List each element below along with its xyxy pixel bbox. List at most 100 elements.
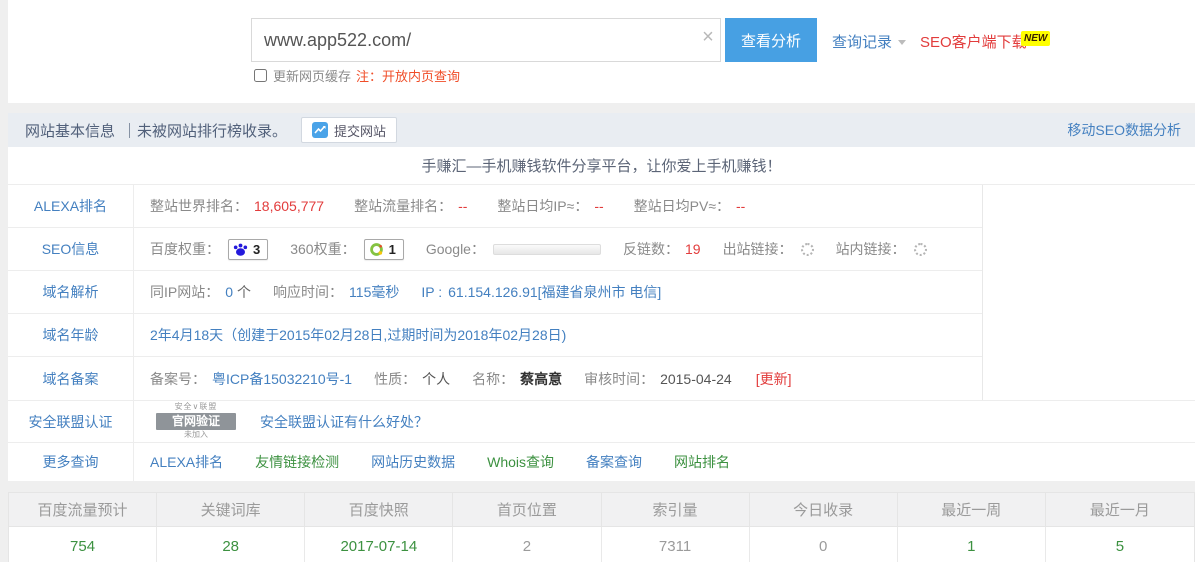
icp-update-link[interactable]: [更新]: [756, 369, 792, 389]
row-domain-age: 域名年龄 2年4月18天（创建于2015年02月28日,过期时间为2018年02…: [8, 314, 982, 357]
backlinks-value: 19: [685, 241, 701, 257]
daily-ip-value: --: [594, 198, 603, 214]
trend-chart-icon: [312, 122, 328, 138]
response-time-value: 115毫秒: [349, 282, 399, 302]
row-security: 安全联盟认证 安全∨联盟 官网验证 未加入 安全联盟认证有什么好处？: [8, 401, 1195, 443]
chevron-down-icon: [898, 40, 906, 45]
col-header-traffic: 百度流量预计: [9, 493, 157, 527]
emblem-ribbon-text: 官网验证: [156, 413, 236, 430]
emblem-bottom-text: 未加入: [150, 431, 242, 440]
same-ip-unit: 个: [237, 282, 251, 302]
col-header-month: 最近一月: [1046, 493, 1194, 527]
seo-client-download-link[interactable]: SEO客户端下载: [920, 31, 1027, 52]
query-history-link[interactable]: 查询记录: [832, 31, 906, 52]
page: × 查看分析 查询记录 SEO客户端下载 NEW 更新网页缓存 注：开放内页查询…: [0, 0, 1195, 562]
emblem-top-text: 安全∨联盟: [150, 403, 242, 412]
divider: [8, 481, 1195, 492]
world-rank-label: 整站世界排名：: [150, 198, 248, 214]
loading-spinner-icon: [801, 243, 814, 256]
site-title: 手赚汇—手机赚钱软件分享平台，让你爱上手机赚钱！: [8, 147, 1195, 185]
more-link-icp[interactable]: 备案查询: [586, 452, 642, 472]
loading-spinner-icon: [914, 243, 927, 256]
so360-weight-label: 360权重：: [290, 239, 355, 259]
baidu-weight-badge[interactable]: 3: [228, 239, 268, 260]
more-link-history[interactable]: 网站历史数据: [371, 452, 455, 472]
security-benefit-link[interactable]: 安全联盟认证有什么好处？: [260, 412, 428, 432]
value-snapshot[interactable]: 2017-07-14: [305, 527, 453, 562]
baidu-weight-value: 3: [253, 242, 260, 257]
clear-input-icon[interactable]: ×: [696, 26, 720, 49]
baidu-stats-table: 百度流量预计 关键词库 百度快照 首页位置 索引量 今日收录 最近一周 最近一月…: [8, 492, 1195, 562]
icp-audit-value: 2015-04-24: [660, 371, 732, 387]
baidu-weight-label: 百度权重：: [150, 239, 220, 259]
value-homepos: 2: [453, 527, 601, 562]
traffic-rank-value: --: [458, 198, 467, 214]
row-dns: 域名解析 同IP网站： 0个 响应时间： 115毫秒 IP : 61.154.126.…: [8, 271, 982, 314]
value-keywords[interactable]: 28: [157, 527, 305, 562]
row-alexa-label: ALEXA排名: [8, 185, 134, 227]
icp-name-value: 蔡高意: [520, 369, 562, 389]
col-header-indexed: 索引量: [602, 493, 750, 527]
site-info-panel: 网站基本信息 ｜未被网站排行榜收录。 提交网站 移动SEO数据分析 手赚汇—手机…: [8, 113, 1195, 481]
icp-nature-value: 个人: [422, 369, 450, 389]
more-link-friendly[interactable]: 友情链接检测: [255, 452, 339, 472]
col-header-keywords: 关键词库: [157, 493, 305, 527]
row-seo: SEO信息 百度权重： 3 360权重：: [8, 228, 982, 271]
icp-audit-label: 审核时间：: [584, 369, 654, 389]
icp-name-label: 名称：: [472, 369, 514, 389]
panel-title: 网站基本信息: [25, 120, 115, 141]
row-alexa: ALEXA排名 整站世界排名： 18,605,777 整站流量排名： -- 整站日均…: [8, 185, 982, 228]
info-rows: ALEXA排名 整站世界排名： 18,605,777 整站流量排名： -- 整站日均…: [8, 185, 1195, 401]
mobile-seo-link[interactable]: 移动SEO数据分析: [1067, 120, 1181, 140]
more-link-alexa[interactable]: ALEXA排名: [150, 452, 223, 472]
row-more-label: 更多查询: [8, 443, 134, 481]
inlinks-label: 站内链接：: [836, 239, 906, 259]
value-indexed: 7311: [602, 527, 750, 562]
row-more-queries: 更多查询 ALEXA排名 友情链接检测 网站历史数据 Whois查询 备案查询 …: [8, 443, 1195, 481]
backlinks-label: 反链数：: [623, 239, 679, 259]
same-ip-label: 同IP网站：: [150, 282, 219, 302]
daily-pv-label: 整站日均PV≈：: [634, 198, 730, 214]
world-rank-value[interactable]: 18,605,777: [254, 198, 324, 214]
value-traffic[interactable]: 754: [9, 527, 157, 562]
cache-note: 注：开放内页查询: [356, 66, 460, 85]
so360-weight-value: 1: [389, 242, 396, 257]
col-header-homepos: 首页位置: [453, 493, 601, 527]
more-link-rank[interactable]: 网站排名: [674, 452, 730, 472]
ranking-status: ｜未被网站排行榜收录。: [122, 120, 287, 141]
stats-value-row: 754 28 2017-07-14 2 7311 0 1 5: [9, 527, 1194, 562]
row-icp: 域名备案 备案号： 粤ICP备15032210号-1 性质： 个人 名称： 蔡高意 审…: [8, 357, 982, 400]
cache-option-row: 更新网页缓存 注：开放内页查询: [254, 66, 460, 85]
icp-number-label: 备案号：: [150, 369, 206, 389]
row-security-label: 安全联盟认证: [8, 401, 134, 442]
row-icp-label: 域名备案: [8, 357, 134, 400]
traffic-rank-label: 整站流量排名：: [354, 198, 452, 214]
daily-pv-value: --: [736, 198, 745, 214]
analyze-button[interactable]: 查看分析: [725, 18, 817, 62]
icp-number-value[interactable]: 粤ICP备15032210号-1: [212, 369, 352, 389]
daily-ip-label: 整站日均IP≈：: [497, 198, 588, 214]
response-time-label: 响应时间：: [273, 282, 343, 302]
refresh-cache-label: 更新网页缓存: [273, 66, 351, 85]
more-link-whois[interactable]: Whois查询: [487, 452, 554, 472]
refresh-cache-checkbox[interactable]: [254, 69, 267, 82]
divider: [8, 103, 1195, 113]
col-header-today: 今日收录: [750, 493, 898, 527]
query-history-label: 查询记录: [832, 34, 892, 51]
url-search-input[interactable]: [251, 18, 721, 62]
col-header-week: 最近一周: [898, 493, 1046, 527]
ip-label: IP :: [421, 284, 442, 300]
submit-site-button[interactable]: 提交网站: [301, 117, 397, 143]
ip-value[interactable]: 61.154.126.91[福建省泉州市 电信]: [448, 282, 661, 302]
row-domain-age-label: 域名年龄: [8, 314, 134, 356]
row-dns-label: 域名解析: [8, 271, 134, 313]
outlinks-label: 出站链接：: [723, 239, 793, 259]
so360-weight-badge[interactable]: 1: [364, 239, 404, 260]
value-week[interactable]: 1: [898, 527, 1046, 562]
new-badge: NEW: [1021, 31, 1050, 46]
col-header-snapshot: 百度快照: [305, 493, 453, 527]
icp-nature-label: 性质：: [374, 369, 416, 389]
value-month[interactable]: 5: [1046, 527, 1194, 562]
search-bar-section: × 查看分析 查询记录 SEO客户端下载 NEW 更新网页缓存 注：开放内页查询: [8, 0, 1195, 103]
same-ip-value[interactable]: 0: [225, 284, 233, 300]
